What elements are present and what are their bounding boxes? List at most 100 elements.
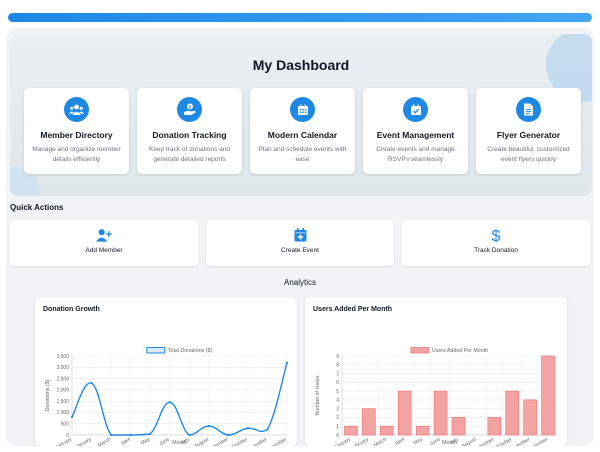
- x-tick-label: February: [350, 436, 371, 446]
- feature-card-title: Modern Calendar: [267, 130, 338, 140]
- y-tick-label: 0: [336, 433, 339, 439]
- x-tick-label: May: [140, 436, 152, 446]
- y-tick-label: 2: [336, 415, 339, 421]
- analytics-heading: Analytics: [283, 278, 316, 287]
- x-tick-label: November: [245, 436, 268, 446]
- bar: [433, 390, 448, 436]
- y-tick-label: 3,500: [56, 354, 69, 360]
- x-tick-label: June: [158, 436, 171, 446]
- x-tick-label: February: [72, 436, 93, 446]
- x-axis-label: Month: [172, 440, 187, 446]
- svg-text:$: $: [492, 228, 501, 243]
- y-tick-label: 4: [336, 398, 339, 404]
- calendar-plus-icon: [292, 227, 308, 243]
- users-icon: [64, 97, 89, 122]
- x-tick-label: August: [193, 436, 210, 446]
- feature-card-title: Event Management: [376, 130, 455, 140]
- bar: [397, 390, 412, 436]
- x-tick-label: June: [429, 436, 442, 446]
- y-tick-label: 1,500: [56, 399, 69, 405]
- data-point: [207, 424, 210, 428]
- y-axis-label: Number of Users: [315, 375, 321, 415]
- feature-card-flyer-generator[interactable]: Flyer Generator Create beautiful, custom…: [476, 88, 581, 174]
- y-tick-label: 2,500: [56, 376, 69, 382]
- data-point: [188, 433, 191, 437]
- x-tick-label: March: [373, 436, 388, 446]
- bar: [344, 425, 358, 436]
- y-tick-label: 8: [336, 363, 339, 369]
- feature-card-title: Flyer Generator: [496, 130, 561, 140]
- donation-growth-svg: 05001,0001,5002,0002,5003,0003,500Januar…: [45, 347, 289, 446]
- bar: [380, 425, 394, 436]
- x-tick-label: March: [97, 436, 112, 446]
- y-tick-label: 6: [336, 380, 339, 386]
- legend-swatch: [410, 347, 430, 354]
- y-axis-label: Donations ($): [45, 379, 51, 411]
- dashboard-page: My Dashboard Member Directory Manage and…: [6, 28, 594, 446]
- y-tick-label: 7: [336, 371, 339, 377]
- users-added-svg: 0123456789JanuaryFebruary March April May Ju…: [315, 347, 558, 446]
- feature-card-title: Donation Tracking: [152, 130, 227, 140]
- data-point: [168, 401, 171, 404]
- calendar-check-icon: [403, 97, 428, 122]
- bar: [523, 399, 537, 436]
- quick-action-label: Add Member: [85, 247, 123, 254]
- feature-card-donation-tracking[interactable]: $ Donation Tracking Keep track of donati…: [137, 88, 242, 174]
- x-tick-label: May: [412, 436, 424, 446]
- feature-card-description: Plan and schedule events with ease: [258, 146, 347, 163]
- y-tick-label: 5: [336, 389, 339, 395]
- feature-card-description: Keep track of donations and generate det…: [149, 146, 230, 163]
- add-member-button[interactable]: Add Member: [10, 220, 198, 266]
- track-donation-button[interactable]: $ Track Donation: [402, 220, 590, 266]
- x-tick-label: April: [120, 437, 132, 446]
- top-accent-bar: [8, 13, 592, 22]
- data-point: [129, 433, 132, 437]
- donation-hand-icon: $: [177, 97, 202, 122]
- bar: [487, 417, 502, 436]
- x-axis-label: Month: [442, 440, 457, 446]
- x-tick-label: April: [394, 437, 406, 446]
- x-tick-label: October: [495, 436, 514, 446]
- data-point: [285, 361, 289, 364]
- data-point: [109, 433, 113, 437]
- y-tick-label: 2,000: [56, 388, 69, 394]
- bar: [362, 408, 376, 436]
- bar: [415, 425, 430, 436]
- create-event-button[interactable]: Create Event: [206, 220, 394, 266]
- legend-label: Total Donations ($): [168, 348, 213, 354]
- y-tick-label: 9: [336, 354, 339, 360]
- feature-card-member-directory[interactable]: Member Directory Manage and organize mem…: [24, 88, 129, 174]
- x-tick-label: August: [461, 436, 478, 446]
- data-point: [227, 433, 230, 437]
- bar: [451, 417, 466, 436]
- data-point: [266, 428, 269, 431]
- legend-swatch: [146, 347, 166, 354]
- bar: [541, 355, 555, 436]
- series-line: [71, 362, 288, 436]
- data-point: [149, 432, 152, 435]
- data-point: [70, 415, 74, 419]
- feature-card-title: Member Directory: [40, 130, 113, 140]
- y-tick-label: 500: [61, 422, 70, 428]
- donation-growth-chart: Donation Growth 0 500 1,000 1,500 2,000 2,500…: [35, 297, 297, 446]
- hero-section: My Dashboard Member Directory Manage and…: [10, 34, 592, 196]
- feature-card-description: Manage and organize member details effic…: [32, 146, 121, 163]
- legend-label: Users Added Per Month: [432, 348, 488, 354]
- page-title: My Dashboard: [252, 57, 350, 73]
- y-tick-label: 3,000: [56, 365, 69, 371]
- feature-card-event-management[interactable]: Event Management Create events and manag…: [363, 88, 468, 174]
- users-added-chart: Users Added Per Month 0 1 2 3 4 5 6 7 8 9 January F…: [305, 297, 567, 446]
- bar: [505, 390, 519, 436]
- calendar-icon: [290, 97, 315, 122]
- user-plus-icon: [96, 227, 112, 243]
- quick-actions-heading: Quick Actions: [10, 203, 64, 212]
- feature-card-modern-calendar[interactable]: Modern Calendar Plan and schedule events…: [250, 88, 355, 174]
- x-tick-label: December: [265, 436, 288, 446]
- dollar-icon: $: [488, 227, 504, 243]
- document-icon: [516, 97, 541, 122]
- y-tick-label: 1,000: [56, 410, 69, 416]
- quick-action-label: Track Donation: [474, 247, 518, 254]
- y-tick-label: 3: [336, 406, 339, 412]
- x-tick-label: January: [55, 436, 74, 446]
- feature-card-description: Create events and manage RSVPs seamlessl…: [376, 146, 455, 163]
